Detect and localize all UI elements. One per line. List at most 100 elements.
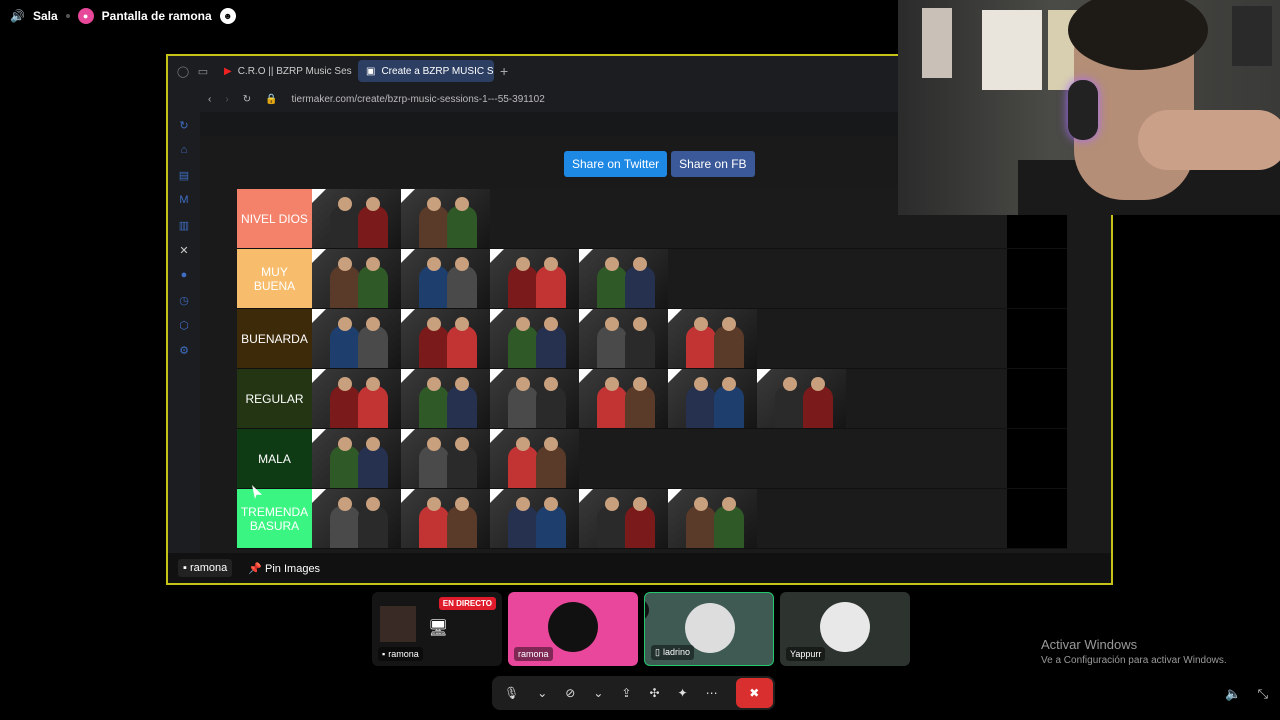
tier-item-image[interactable] — [490, 369, 579, 428]
history-icon[interactable]: ↻ — [177, 118, 191, 132]
webcam-overlay — [898, 0, 1280, 215]
call-header: 🔊 Sala ● Pantalla de ramona ☻ — [0, 0, 236, 32]
tier-label[interactable]: TREMENDA BASURA — [237, 489, 312, 548]
back-icon[interactable]: ‹ — [208, 94, 211, 105]
view-controls: 🔈 ⤡ — [1225, 686, 1268, 702]
tier-item-image[interactable] — [401, 489, 490, 548]
tier-label[interactable]: MALA — [237, 429, 312, 488]
workspaces-icon[interactable]: ▭ — [196, 64, 210, 78]
tier-item-image[interactable] — [401, 309, 490, 368]
tier-item-image[interactable] — [490, 429, 579, 488]
screen-preview — [380, 606, 416, 642]
live-badge: EN DIRECTO — [438, 597, 496, 610]
person-arm — [1138, 110, 1280, 170]
activities-icon[interactable]: ✣ — [649, 686, 659, 700]
participant-name: ▯ ladrino — [651, 645, 694, 660]
tier-item-image[interactable] — [312, 489, 401, 548]
tier-item-image[interactable] — [312, 369, 401, 428]
screen-icon: 🖥 — [428, 620, 449, 637]
m-icon[interactable]: M — [177, 193, 191, 207]
tier-row: MALA — [237, 429, 1067, 489]
tier-label[interactable]: NIVEL DIOS — [237, 189, 312, 248]
tier-list: NIVEL DIOS MUY BUENA BUENARDA REGULAR MALA TR… — [237, 189, 1067, 549]
share-twitter-button[interactable]: Share on Twitter — [564, 151, 668, 177]
tier-item-image[interactable] — [490, 489, 579, 548]
fullscreen-exit-icon[interactable]: ⤡ — [1258, 686, 1268, 702]
camera-off-icon[interactable]: ⊘ — [565, 686, 575, 700]
tier-item-image[interactable] — [312, 189, 401, 248]
url-text[interactable]: tiermaker.com/create/bzrp-music-sessions… — [292, 94, 545, 105]
tier-item-image[interactable] — [579, 249, 668, 308]
volume-icon[interactable]: 🔊 — [10, 9, 25, 23]
tier-row: REGULAR — [237, 369, 1067, 429]
screen-share-icon[interactable]: ⇪ — [621, 686, 631, 700]
tier-item-image[interactable] — [579, 309, 668, 368]
tier-item-image[interactable] — [668, 369, 757, 428]
x-icon[interactable]: ✕ — [177, 243, 191, 257]
watermark-subtitle: Ve a Configuración para activar Windows. — [1041, 655, 1227, 666]
tier-item-image[interactable] — [579, 489, 668, 548]
tab-tiermaker[interactable]: ▣ Create a BZRP MUSIC SES — [358, 60, 494, 82]
tier-item-image[interactable] — [579, 369, 668, 428]
participant-tile-ladrino[interactable]: ⌄ ▯ladrino — [644, 592, 774, 666]
tier-label[interactable]: MUY BUENA — [237, 249, 312, 308]
wallet-icon[interactable]: ▤ — [177, 168, 191, 182]
tier-items — [312, 369, 1067, 428]
browser-logo-icon[interactable]: ◯ — [176, 64, 190, 78]
tier-item-image[interactable] — [490, 249, 579, 308]
tier-row: BUENARDA — [237, 309, 1067, 369]
tier-settings-area[interactable] — [1007, 489, 1067, 548]
tier-item-image[interactable] — [401, 249, 490, 308]
channel-name[interactable]: Sala — [33, 9, 58, 23]
cube-icon[interactable]: ⬡ — [177, 318, 191, 332]
tier-settings-area[interactable] — [1007, 309, 1067, 368]
tier-row: TREMENDA BASURA — [237, 489, 1067, 549]
microphone-icon[interactable]: 🎙 — [504, 686, 519, 700]
tier-settings-area[interactable] — [1007, 429, 1067, 488]
tier-item-image[interactable] — [312, 429, 401, 488]
tier-item-image[interactable] — [757, 369, 846, 428]
tier-item-image[interactable] — [312, 309, 401, 368]
tier-items — [312, 429, 1067, 488]
tier-item-image[interactable] — [401, 429, 490, 488]
chevron-down-icon[interactable]: ⌄ — [537, 686, 547, 700]
separator-dot — [65, 14, 70, 18]
tier-label[interactable]: REGULAR — [237, 369, 312, 428]
share-fb-button[interactable]: Share on FB — [671, 151, 755, 177]
settings-icon[interactable]: ⚙ — [177, 343, 191, 357]
screen-owner-label: Pantalla de ramona — [101, 9, 212, 23]
tab-youtube[interactable]: ▶ C.R.O || BZRP Music Sessi — [216, 60, 352, 82]
tier-settings-area[interactable] — [1007, 249, 1067, 308]
participant-tile-yappurr[interactable]: Yappurr — [780, 592, 910, 666]
reload-icon[interactable]: ↻ — [243, 94, 251, 105]
bag-icon[interactable]: ⌂ — [177, 143, 191, 157]
tier-settings-area[interactable] — [1007, 369, 1067, 428]
tier-label[interactable]: BUENARDA — [237, 309, 312, 368]
participant-tile-screen[interactable]: 🖥 EN DIRECTO ▪ ramona — [372, 592, 502, 666]
participant-tile-ramona[interactable]: ramona — [508, 592, 638, 666]
phone-icon: ▯ — [655, 647, 660, 657]
tier-item-image[interactable] — [401, 369, 490, 428]
tier-item-image[interactable] — [668, 489, 757, 548]
twitch-icon[interactable]: ▥ — [177, 218, 191, 232]
tier-item-image[interactable] — [490, 309, 579, 368]
tier-items — [312, 249, 1067, 308]
clock-icon[interactable]: ◷ — [177, 293, 191, 307]
expand-icon[interactable]: ⌄ — [645, 599, 649, 621]
volume-icon[interactable]: 🔈 — [1225, 686, 1241, 702]
soundboard-icon[interactable]: ✦ — [678, 686, 688, 700]
leave-call-button[interactable]: ✖ — [735, 678, 773, 708]
pin-images-button[interactable]: 📌 Pin Images — [248, 562, 320, 575]
tier-item-image[interactable] — [401, 189, 490, 248]
more-icon[interactable]: ⋯ — [706, 686, 718, 700]
record-icon[interactable]: ● — [177, 268, 191, 282]
new-tab-button[interactable]: + — [500, 63, 508, 79]
tier-item-image[interactable] — [312, 249, 401, 308]
tier-item-image[interactable] — [668, 309, 757, 368]
watermark-title: Activar Windows — [1041, 637, 1138, 652]
chevron-down-icon[interactable]: ⌄ — [593, 686, 603, 700]
tier-row: MUY BUENA — [237, 249, 1067, 309]
leave-call-icon: ✖ — [749, 686, 760, 700]
forward-icon[interactable]: › — [225, 94, 228, 105]
stream-footer: ▪ ramona 📌 Pin Images — [168, 553, 1111, 583]
